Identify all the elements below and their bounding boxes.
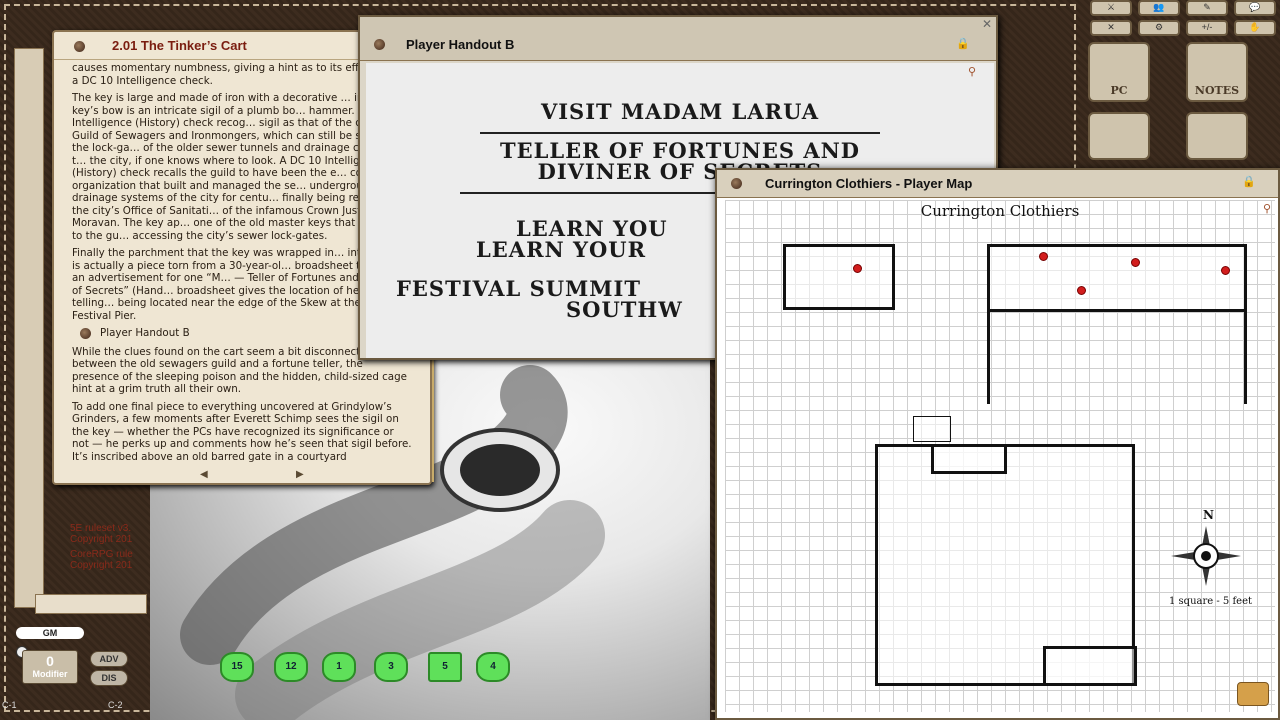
modifier-box[interactable]: 0 Modifier: [22, 650, 78, 684]
dice-d8[interactable]: 3: [374, 652, 408, 682]
dice-d12[interactable]: 12: [274, 652, 308, 682]
story-paragraph: To add one final piece to everything unc…: [72, 400, 412, 463]
compass-rose-icon: [1171, 526, 1241, 586]
calendar-button[interactable]: ✎: [1186, 0, 1228, 16]
combat-tracker-button[interactable]: ⚔: [1090, 0, 1132, 16]
map-image[interactable]: Currington Clothiers ⚲ N 1 square - 5 fe…: [725, 200, 1275, 712]
sidebar-toggle-button[interactable]: [1237, 682, 1269, 706]
channel-c1[interactable]: C-1: [2, 700, 17, 712]
pin-icon[interactable]: ⚲: [1263, 202, 1271, 215]
channel-c2[interactable]: C-2: [108, 700, 123, 712]
map-header[interactable]: Currington Clothiers - Player Map 🔒: [717, 170, 1278, 198]
room-wall: [931, 444, 1007, 474]
handout-link-label[interactable]: Player Handout B: [100, 327, 190, 340]
disadvantage-button[interactable]: DIS: [90, 670, 128, 686]
room-wall: [1043, 646, 1137, 686]
stair: [913, 416, 951, 442]
lock-icon[interactable]: 🔒: [956, 37, 970, 50]
previous-page-button[interactable]: ◀: [200, 469, 208, 480]
modifiers-button[interactable]: +/-: [1186, 20, 1228, 36]
room-wall: [783, 244, 895, 310]
chat-input[interactable]: [35, 594, 147, 614]
maps-button[interactable]: [1088, 112, 1150, 160]
lock-icon[interactable]: 🔒: [1242, 175, 1256, 188]
map-pin[interactable]: [1131, 258, 1140, 267]
link-icon[interactable]: [74, 41, 85, 52]
map-scale: 1 square - 5 feet: [1169, 596, 1253, 607]
tables-button[interactable]: [1186, 112, 1248, 160]
options-button[interactable]: ✕: [1090, 20, 1132, 36]
chat-panel: [14, 48, 44, 608]
map-title: Currington Clothiers: [920, 202, 1080, 220]
chat-options-button[interactable]: 💬: [1234, 0, 1276, 16]
settings-icon[interactable]: ⚙: [1138, 20, 1180, 36]
corridor-wall: [987, 312, 1247, 404]
handout-title: Player Handout B: [406, 37, 515, 52]
party-sheet-button[interactable]: 👥: [1138, 0, 1180, 16]
desktop-menu: ⚔ 👥 ✎ 💬 ✕ ⚙ +/- ✋ PC NOTES: [1082, 0, 1280, 160]
map-pin[interactable]: [853, 264, 862, 273]
link-icon[interactable]: [80, 327, 91, 339]
notes-button[interactable]: NOTES: [1186, 42, 1248, 102]
close-icon[interactable]: ✕: [982, 17, 992, 31]
dice-d10[interactable]: 1: [322, 652, 356, 682]
map-window-title: Currington Clothiers - Player Map: [765, 176, 973, 191]
map-pin[interactable]: [1039, 252, 1048, 261]
map-pin[interactable]: [1077, 286, 1086, 295]
pc-button[interactable]: PC: [1088, 42, 1150, 102]
link-icon[interactable]: [374, 39, 385, 50]
compass-north-label: N: [1203, 508, 1214, 522]
license-corerpg: CoreRPG rule Copyright 201: [70, 549, 133, 571]
story-title: 2.01 The Tinker’s Cart: [112, 38, 247, 53]
dice-d4[interactable]: 4: [476, 652, 510, 682]
gm-identity-label: GM: [16, 627, 84, 639]
poster-line: TELLER OF FORTUNES AND: [499, 138, 861, 163]
license-5e: 5E ruleset v3. Copyright 201: [70, 523, 133, 545]
poster-line: VISIT MADAM LARUA: [540, 99, 820, 124]
map-pin[interactable]: [1221, 266, 1230, 275]
advantage-button[interactable]: ADV: [90, 651, 128, 667]
link-icon[interactable]: [731, 178, 742, 189]
handout-header[interactable]: Player Handout B 🔒 ✕: [360, 17, 996, 61]
next-page-button[interactable]: ▶: [296, 469, 304, 480]
effects-button[interactable]: ✋: [1234, 20, 1276, 36]
dice-d6[interactable]: 5: [428, 652, 462, 682]
room-wall: [987, 244, 1247, 312]
dice-d20[interactable]: 15: [220, 652, 254, 682]
pin-icon[interactable]: ⚲: [968, 65, 976, 78]
map-window[interactable]: Currington Clothiers - Player Map 🔒 Curr…: [715, 168, 1280, 720]
